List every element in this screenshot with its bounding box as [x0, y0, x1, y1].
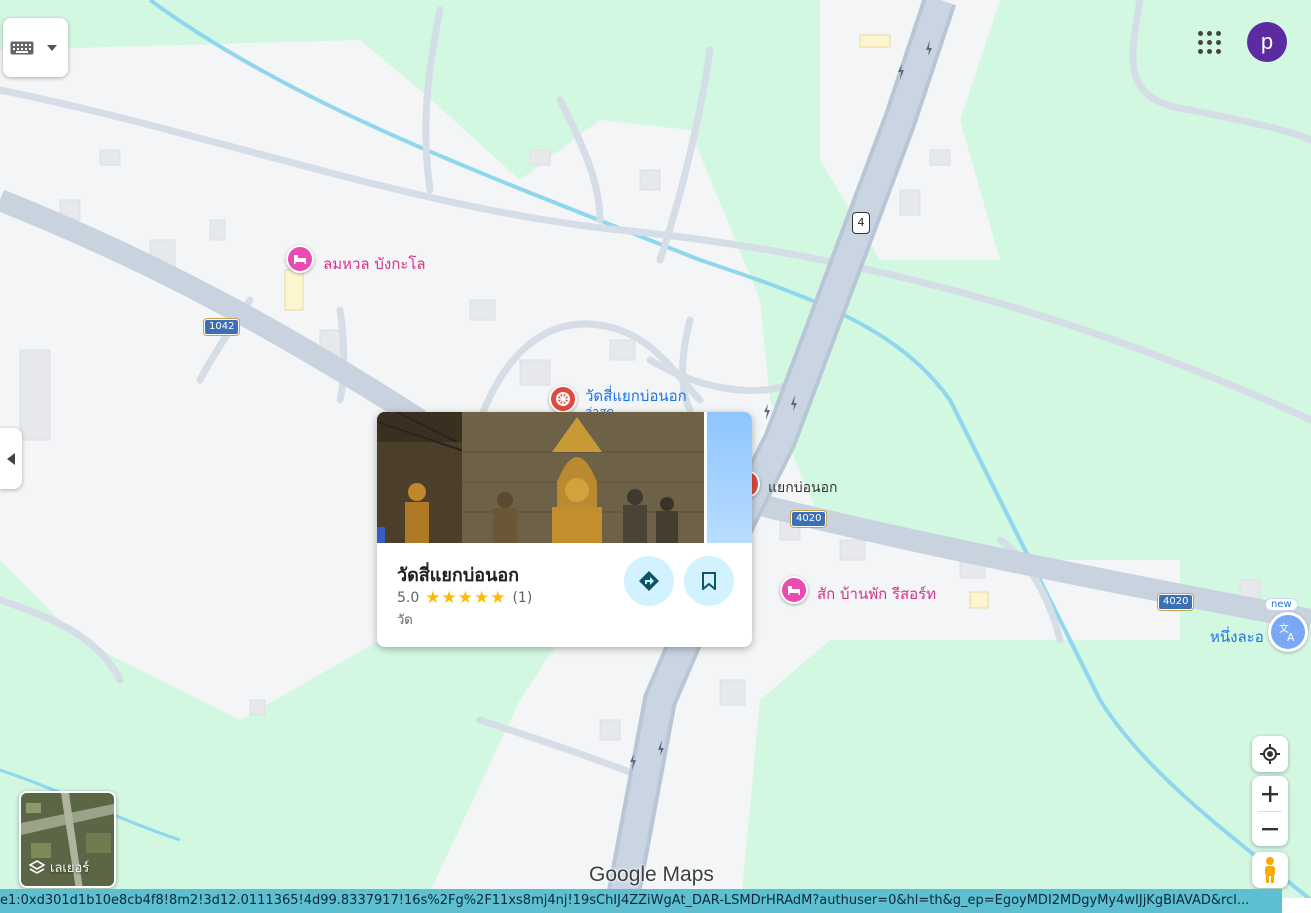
apps-dot	[1215, 48, 1221, 54]
road-shield-4020-east: 4020	[1158, 594, 1194, 610]
keyboard-icon[interactable]	[3, 41, 41, 55]
rating-value: 5.0	[397, 590, 420, 606]
directions-button[interactable]	[624, 556, 674, 606]
bed-icon	[294, 255, 306, 264]
zoom-out-button[interactable]	[1252, 811, 1288, 846]
hotel-pin[interactable]	[286, 245, 314, 273]
bookmark-icon	[702, 572, 716, 590]
new-badge: new	[1265, 598, 1298, 611]
review-count[interactable]: (1)	[512, 590, 532, 606]
rating-row: 5.0 ★★★★★ (1)	[397, 588, 532, 608]
place-title: วัดสี่แยกบ่อนอก	[397, 565, 520, 586]
translate-icon: 文A	[1279, 622, 1295, 643]
save-button[interactable]	[684, 556, 734, 606]
place-label-intersection[interactable]: แยกบ่อนอก	[768, 477, 837, 499]
road-shield-1042: 1042	[204, 319, 240, 335]
translate-button[interactable]: 文A	[1268, 612, 1308, 652]
layers-button[interactable]: เลเยอร์	[19, 791, 116, 888]
apps-dot	[1197, 48, 1203, 54]
layers-text: เลเยอร์	[50, 861, 90, 876]
minus-icon	[1262, 827, 1278, 830]
crosshair-icon	[1260, 744, 1280, 764]
star-rating-icon: ★★★★★	[425, 588, 507, 608]
zoom-in-button[interactable]	[1252, 776, 1288, 811]
place-photo-secondary[interactable]	[707, 412, 752, 543]
road-shield-4020: 4020	[791, 511, 827, 527]
apps-dot	[1197, 30, 1203, 36]
apps-dot	[1215, 30, 1221, 36]
my-location-button[interactable]	[1252, 736, 1288, 772]
bed-icon	[788, 586, 800, 595]
input-tools-button[interactable]	[3, 18, 68, 77]
collapse-side-panel-button[interactable]	[0, 428, 22, 489]
place-preview-card[interactable]: วัดสี่แยกบ่อนอก 5.0 ★★★★★ (1) วัด	[377, 412, 752, 647]
status-url-bar: e1:0xd301d1b10e8cb4f8!8m2!3d12.0111365!4…	[0, 889, 1282, 913]
temple-wheel-icon	[556, 392, 570, 406]
apps-dot	[1197, 39, 1203, 45]
chevron-left-icon	[7, 452, 15, 465]
place-label-resort[interactable]: สัก บ้านพัก รีสอร์ท	[817, 582, 936, 606]
layers-icon	[29, 859, 45, 874]
temple-pin[interactable]	[549, 385, 577, 413]
resize-handle	[1282, 898, 1311, 913]
street-view-pegman-button[interactable]	[1252, 852, 1288, 888]
place-photo[interactable]	[377, 412, 704, 543]
layers-label[interactable]: เลเยอร์	[29, 857, 89, 878]
google-maps-logo: Google Maps	[589, 863, 714, 886]
pegman-icon	[1265, 857, 1275, 883]
directions-icon	[639, 571, 659, 591]
zoom-controls	[1252, 776, 1288, 846]
place-label-lomhuan[interactable]: ลมหวล บังกะโล	[323, 252, 426, 276]
road-shield-4: 4	[852, 212, 870, 234]
svg-text:A: A	[1287, 631, 1295, 643]
apps-dot	[1206, 39, 1212, 45]
place-category: วัด	[397, 613, 413, 628]
resort-pin[interactable]	[780, 576, 808, 604]
place-label-east[interactable]: หนึ่งละอ	[1210, 625, 1264, 649]
apps-grid-button[interactable]	[1193, 26, 1225, 58]
account-avatar[interactable]: p	[1247, 22, 1287, 62]
apps-dot	[1215, 39, 1221, 45]
plus-icon	[1262, 785, 1278, 802]
apps-dot	[1206, 30, 1212, 36]
apps-dot	[1206, 48, 1212, 54]
chevron-down-icon[interactable]	[41, 44, 63, 51]
